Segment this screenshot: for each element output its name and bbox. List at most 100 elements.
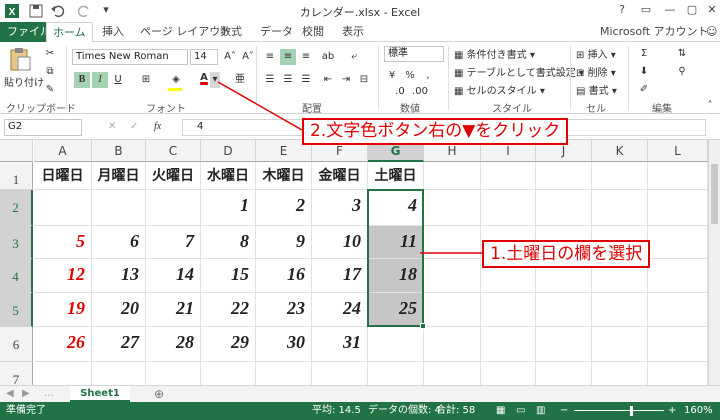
date-cell[interactable]: 20: [92, 293, 146, 327]
date-cell[interactable]: 5: [34, 226, 92, 259]
page-layout-view-icon[interactable]: ▭: [516, 402, 525, 420]
comma-icon[interactable]: ,: [420, 68, 436, 84]
italic-button[interactable]: I: [92, 72, 108, 88]
empty-cell[interactable]: [536, 162, 592, 190]
tab-formulas[interactable]: 数式: [214, 22, 248, 42]
empty-cell[interactable]: [592, 362, 648, 385]
grow-font-icon[interactable]: A˄: [222, 49, 238, 65]
empty-cell[interactable]: [536, 327, 592, 362]
smiley-icon[interactable]: ☺: [700, 22, 720, 42]
empty-cell[interactable]: [34, 362, 92, 385]
find-select-icon[interactable]: ⚲: [674, 64, 690, 80]
collapse-ribbon-icon[interactable]: ˄: [702, 98, 718, 114]
format-cells-button[interactable]: ▤ 書式 ▾: [576, 82, 617, 97]
column-header-k[interactable]: K: [592, 140, 648, 162]
empty-cell[interactable]: [424, 259, 481, 293]
percent-icon[interactable]: %: [402, 68, 418, 84]
date-cell[interactable]: [146, 190, 201, 226]
row-header-7[interactable]: 7: [0, 362, 33, 385]
maximize-button[interactable]: ▢: [682, 2, 702, 18]
empty-cell[interactable]: [648, 259, 708, 293]
tab-home[interactable]: ホーム: [46, 22, 93, 43]
empty-cell[interactable]: [592, 162, 648, 190]
date-cell[interactable]: 12: [34, 259, 92, 293]
scroll-thumb[interactable]: [711, 164, 718, 224]
more-sheets-icon[interactable]: …: [44, 388, 54, 399]
vertical-scrollbar[interactable]: [708, 140, 720, 385]
empty-cell[interactable]: [424, 327, 481, 362]
date-cell[interactable]: [34, 190, 92, 226]
empty-cell[interactable]: [648, 327, 708, 362]
empty-cell[interactable]: [481, 327, 536, 362]
empty-cell[interactable]: [146, 362, 201, 385]
orientation-icon[interactable]: ab: [320, 49, 336, 65]
empty-cell[interactable]: [424, 293, 481, 327]
cell-styles-button[interactable]: ▦ セルのスタイル ▾: [454, 82, 545, 97]
column-header-c[interactable]: C: [146, 140, 201, 162]
row-header-4[interactable]: 4: [0, 259, 33, 293]
weekday-cell[interactable]: 土曜日: [368, 162, 424, 190]
row-header-6[interactable]: 6: [0, 327, 33, 362]
underline-button[interactable]: U: [110, 72, 126, 88]
date-cell[interactable]: 22: [201, 293, 256, 327]
copy-icon[interactable]: ⧉: [42, 64, 58, 80]
wrap-text-icon[interactable]: ⤶: [346, 49, 362, 65]
empty-cell[interactable]: [592, 190, 648, 226]
row-header-1[interactable]: 1: [0, 162, 33, 190]
empty-cell[interactable]: [481, 162, 536, 190]
date-cell[interactable]: 27: [92, 327, 146, 362]
decrease-indent-icon[interactable]: ⇤: [320, 72, 336, 88]
empty-cell[interactable]: [256, 362, 312, 385]
weekday-cell[interactable]: 日曜日: [34, 162, 92, 190]
name-box[interactable]: G2: [4, 119, 82, 136]
help-button[interactable]: ?: [612, 2, 632, 18]
tab-view[interactable]: 表示: [336, 22, 370, 42]
date-cell[interactable]: 29: [201, 327, 256, 362]
format-as-table-button[interactable]: ▦ テーブルとして書式設定 ▾: [454, 64, 584, 79]
sheet-tab[interactable]: Sheet1: [70, 386, 130, 402]
empty-cell[interactable]: [92, 362, 146, 385]
date-cell[interactable]: 1: [201, 190, 256, 226]
date-cell[interactable]: 7: [146, 226, 201, 259]
paste-icon[interactable]: [8, 46, 32, 72]
fill-color-icon[interactable]: ◈: [168, 72, 184, 88]
conditional-format-button[interactable]: ▦ 条件付き書式 ▾: [454, 46, 535, 61]
date-cell[interactable]: 8: [201, 226, 256, 259]
cut-icon[interactable]: ✂: [42, 46, 58, 62]
align-bottom-icon[interactable]: ≡: [298, 49, 314, 65]
autosum-icon[interactable]: Σ: [636, 46, 652, 62]
font-size-select[interactable]: 14: [190, 49, 218, 65]
page-break-view-icon[interactable]: ▥: [536, 402, 545, 420]
zoom-level[interactable]: 160%: [684, 402, 713, 420]
tab-review[interactable]: 校閲: [296, 22, 330, 42]
date-cell[interactable]: 30: [256, 327, 312, 362]
add-sheet-icon[interactable]: ⊕: [154, 387, 164, 401]
date-cell[interactable]: 9: [256, 226, 312, 259]
column-header-l[interactable]: L: [648, 140, 708, 162]
align-middle-icon[interactable]: ≡: [280, 49, 296, 65]
zoom-slider-handle[interactable]: [630, 406, 633, 416]
empty-cell[interactable]: [536, 362, 592, 385]
number-format-select[interactable]: 標準: [384, 46, 444, 62]
account-link[interactable]: Microsoft アカウント: [594, 22, 715, 42]
column-header-a[interactable]: A: [34, 140, 92, 162]
weekday-cell[interactable]: 水曜日: [201, 162, 256, 190]
weekday-cell[interactable]: 月曜日: [92, 162, 146, 190]
currency-icon[interactable]: ¥: [384, 68, 400, 84]
zoom-out-icon[interactable]: −: [560, 402, 568, 420]
empty-cell[interactable]: [201, 362, 256, 385]
next-sheet-icon[interactable]: ▶: [22, 388, 30, 399]
empty-cell[interactable]: [648, 190, 708, 226]
row-header-2[interactable]: 2: [0, 190, 33, 226]
prev-sheet-icon[interactable]: ◀: [6, 388, 14, 399]
merge-center-icon[interactable]: ⊟: [356, 72, 372, 88]
empty-cell[interactable]: [481, 293, 536, 327]
sort-filter-icon[interactable]: ⇅: [674, 46, 690, 62]
zoom-in-icon[interactable]: +: [668, 402, 676, 420]
confirm-entry-icon[interactable]: ✓: [130, 121, 138, 132]
empty-cell[interactable]: [592, 293, 648, 327]
date-cell[interactable]: 3: [312, 190, 368, 226]
normal-view-icon[interactable]: ▦: [496, 402, 505, 420]
minimize-button[interactable]: —: [660, 2, 680, 18]
close-button[interactable]: ✕: [702, 2, 720, 18]
